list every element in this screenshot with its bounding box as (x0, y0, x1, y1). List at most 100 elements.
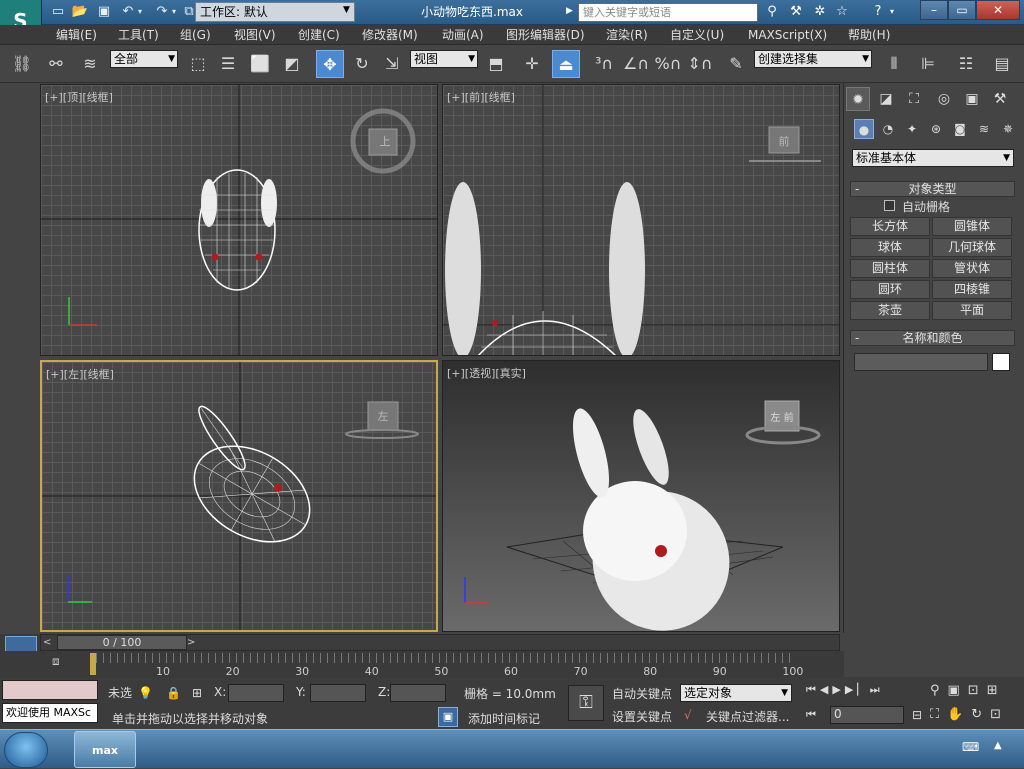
mini-curve-editor-icon[interactable]: ⧈ (52, 654, 72, 672)
create-tab-icon[interactable]: ✹ (846, 87, 870, 111)
unlink-icon[interactable]: ⚯ (42, 50, 70, 78)
set-key-mode-button[interactable]: 设置关键点 (612, 708, 672, 725)
maximize-icon[interactable]: ▭ (948, 0, 976, 20)
selection-lock-icon[interactable]: 🔒 (166, 683, 182, 703)
menu-help[interactable]: 帮助(H) (848, 25, 890, 45)
menu-customize[interactable]: 自定义(U) (670, 25, 724, 45)
viewport-left[interactable]: [+][左][线框] 左 ▶ (40, 360, 438, 632)
info-center-arrow-icon[interactable]: ▶ (566, 6, 573, 16)
help-icon[interactable]: ? (868, 3, 888, 21)
viewport-front[interactable]: [+][前][线框] 前 (442, 84, 840, 356)
keyboard-shortcut-override-icon[interactable]: ⏏ (552, 50, 580, 78)
object-name-input[interactable] (854, 353, 988, 371)
angle-snap-icon[interactable]: ∠∩ (622, 50, 650, 78)
select-object-icon[interactable]: ⬚ (184, 50, 212, 78)
menu-edit[interactable]: 编辑(E) (56, 25, 97, 45)
geometry-icon[interactable]: ● (854, 119, 874, 139)
view-cube-left[interactable]: 左 (368, 408, 398, 424)
time-configuration-icon[interactable]: ⊟ (912, 708, 922, 722)
time-slider-thumb[interactable]: 0 / 100 (57, 635, 187, 650)
absolute-mode-icon[interactable]: ⊞ (192, 683, 208, 703)
view-cube-perspective[interactable]: 左 前 (765, 409, 799, 424)
align-icon[interactable]: ⊫ (914, 50, 942, 78)
current-frame-input[interactable]: 0 (830, 706, 904, 724)
link-icon[interactable]: ⛓ (8, 50, 36, 78)
spinner-snap-icon[interactable]: ⇕∩ (686, 50, 714, 78)
previous-frame-icon[interactable]: < (43, 635, 55, 650)
x-coordinate-input[interactable] (228, 684, 284, 702)
next-frame-icon[interactable]: > (187, 635, 199, 650)
auto-key-button[interactable]: 自动关键点 (612, 685, 672, 702)
menu-animation[interactable]: 动画(A) (442, 25, 484, 45)
menu-create[interactable]: 创建(C) (298, 25, 340, 45)
manipulate-icon[interactable]: ✛ (518, 50, 546, 78)
object-type-rollout[interactable]: - 对象类型 (850, 181, 1015, 197)
reference-coordinate-dropdown[interactable]: 视图 ▼ (410, 50, 478, 68)
windows-start-icon[interactable] (4, 732, 48, 768)
viewport-perspective[interactable]: [+][透视][真实] 左 前 (442, 360, 840, 632)
playback-controls[interactable]: ⏮◀▶▶▏⏭ (806, 683, 924, 697)
undo-dropdown-icon[interactable]: ▾ (134, 3, 146, 21)
workspace-dropdown[interactable]: 工作区: 默认 (195, 2, 355, 22)
z-coordinate-input[interactable] (390, 684, 446, 702)
hierarchy-tab-icon[interactable]: ⛶ (902, 87, 926, 111)
viewport-top[interactable]: [+][顶][线框] 上 (40, 84, 438, 356)
community-icon[interactable]: ✲ (810, 3, 830, 21)
minimize-icon[interactable]: – (920, 0, 948, 20)
select-and-rotate-icon[interactable]: ↻ (348, 50, 376, 78)
view-cube-top[interactable]: 上 (371, 133, 399, 149)
bind-space-warp-icon[interactable]: ≋ (76, 50, 104, 78)
view-cube-front[interactable]: 前 (769, 133, 799, 149)
key-filter-dropdown[interactable]: 选定对象 ▼ (680, 684, 792, 702)
named-selection-dropdown[interactable]: 创建选择集 ▼ (754, 50, 872, 68)
key-filter-curve-icon[interactable]: √ (684, 708, 692, 722)
layer-manager-icon[interactable]: ☷ (952, 50, 980, 78)
open-file-icon[interactable]: 📂 (70, 3, 90, 21)
new-file-icon[interactable]: ▭ (48, 3, 68, 21)
key-mode-toggle-icon[interactable]: ⏮ (806, 708, 816, 722)
redo-dropdown-icon[interactable]: ▾ (168, 3, 180, 21)
cone-button[interactable]: 圆锥体 (932, 217, 1012, 236)
binoculars-icon[interactable]: ⚲ (762, 3, 782, 21)
set-key-icon[interactable]: ⚿ (568, 685, 604, 721)
plane-button[interactable]: 平面 (932, 301, 1012, 320)
percent-snap-icon[interactable]: %∩ (654, 50, 682, 78)
window-crossing-icon[interactable]: ◩ (278, 50, 306, 78)
menu-views[interactable]: 视图(V) (234, 25, 276, 45)
object-color-swatch[interactable] (992, 353, 1010, 371)
close-icon[interactable]: ✕ (976, 0, 1020, 20)
cylinder-button[interactable]: 圆柱体 (850, 259, 930, 278)
favorites-star-icon[interactable]: ☆ (832, 3, 852, 21)
help-dropdown-icon[interactable]: ▾ (886, 3, 898, 21)
object-category-dropdown[interactable]: 标准基本体 ▼ (852, 149, 1014, 167)
menu-tools[interactable]: 工具(T) (118, 25, 159, 45)
tube-button[interactable]: 管状体 (932, 259, 1012, 278)
name-color-rollout[interactable]: - 名称和颜色 (850, 330, 1015, 346)
search-input[interactable]: 键入关键字或短语 (578, 3, 758, 22)
time-slider-track[interactable]: < 0 / 100 > (40, 634, 840, 651)
motion-tab-icon[interactable]: ◎ (932, 87, 956, 111)
snaps-toggle-icon[interactable]: ³∩ (590, 50, 618, 78)
helpers-icon[interactable]: ◙ (950, 119, 970, 139)
edit-named-selection-icon[interactable]: ✎ (722, 50, 750, 78)
shapes-icon[interactable]: ◔ (878, 119, 898, 139)
menu-rendering[interactable]: 渲染(R) (606, 25, 648, 45)
navigation-controls-bottom[interactable]: ⛶✋↻⊡ (930, 707, 1024, 722)
graphite-tools-icon[interactable]: ▤ (988, 50, 1016, 78)
systems-icon[interactable]: ✵ (998, 119, 1018, 139)
select-by-name-icon[interactable]: ☰ (214, 50, 242, 78)
rectangular-selection-icon[interactable]: ⬜ (246, 50, 274, 78)
modify-tab-icon[interactable]: ◪ (874, 87, 898, 111)
add-time-tag-icon[interactable]: ▣ (438, 707, 458, 727)
select-and-scale-icon[interactable]: ⇲ (378, 50, 406, 78)
maxscript-listener-white[interactable]: 欢迎使用 MAXSc (2, 703, 98, 723)
pivot-center-icon[interactable]: ⬒ (482, 50, 510, 78)
menu-graph-editors[interactable]: 图形编辑器(D) (506, 25, 585, 45)
taskbar-3dsmax-button[interactable]: max (74, 731, 136, 768)
selection-filter-dropdown[interactable]: 全部 ▼ (110, 50, 178, 68)
lights-icon[interactable]: ✦ (902, 119, 922, 139)
utilities-tab-icon[interactable]: ⚒ (988, 87, 1012, 111)
tools-icon[interactable]: ⚒ (786, 3, 806, 21)
isolate-bulb-icon[interactable]: 💡 (138, 683, 154, 703)
keyboard-tray-icon[interactable]: ⌨ (962, 740, 979, 754)
